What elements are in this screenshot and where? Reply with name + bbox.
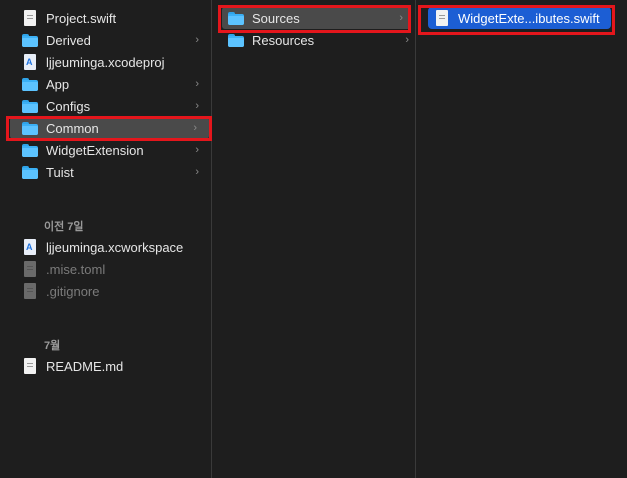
swift-file-icon (22, 10, 38, 26)
folder-icon (22, 142, 38, 158)
finder-column-root[interactable]: Project.swift Derived › A ljjeuminga.xco… (0, 0, 211, 478)
folder-icon (22, 164, 38, 180)
item-label: README.md (46, 358, 124, 374)
xcodeproj-icon: A (22, 54, 38, 70)
list-item-readme[interactable]: README.md (22, 355, 211, 377)
list-item-app[interactable]: App › (22, 73, 211, 95)
item-label: Common (46, 120, 99, 136)
folder-icon (22, 76, 38, 92)
item-label: .mise.toml (46, 261, 106, 277)
list-item-derived[interactable]: Derived › (22, 29, 211, 51)
list-item-configs[interactable]: Configs › (22, 95, 211, 117)
chevron-right-icon: › (195, 78, 199, 90)
item-label: ljjeuminga.xcworkspace (46, 239, 184, 255)
list-item-common[interactable]: Common › (10, 117, 209, 139)
markdown-file-icon (22, 358, 38, 374)
list-item-sources[interactable]: Sources › (222, 7, 411, 29)
swift-file-icon (434, 10, 450, 26)
item-label: Resources (252, 32, 315, 48)
folder-icon (22, 32, 38, 48)
item-label: WidgetExtension (46, 142, 144, 158)
chevron-right-icon: › (195, 34, 199, 46)
list-item-mise-toml[interactable]: .mise.toml (22, 258, 211, 280)
finder-column-common[interactable]: Sources › Resources › (212, 0, 415, 478)
folder-icon (228, 10, 244, 26)
item-label: .gitignore (46, 283, 100, 299)
list-item-resources[interactable]: Resources › (228, 29, 411, 51)
list-item-widget-attributes-swift[interactable]: WidgetExte...ibutes.swift (428, 7, 611, 29)
item-label: ljjeuminga.xcodeproj (46, 54, 165, 70)
item-label: Tuist (46, 164, 74, 180)
section-header-july: 7월 (44, 340, 61, 352)
chevron-right-icon: › (195, 100, 199, 112)
chevron-right-icon: › (399, 12, 403, 24)
hidden-file-icon (22, 283, 38, 299)
chevron-right-icon: › (405, 34, 409, 46)
folder-icon (228, 32, 244, 48)
list-item-gitignore[interactable]: .gitignore (22, 280, 211, 302)
item-label: Project.swift (46, 10, 117, 26)
finder-column-sources[interactable]: WidgetExte...ibutes.swift (416, 0, 627, 478)
list-item-xcodeproj[interactable]: A ljjeuminga.xcodeproj (22, 51, 211, 73)
section-header-previous-7-days: 이전 7일 (44, 221, 84, 233)
item-label: Derived (46, 32, 91, 48)
chevron-right-icon: › (195, 166, 199, 178)
list-item-tuist[interactable]: Tuist › (22, 161, 211, 183)
chevron-right-icon: › (193, 122, 197, 134)
item-label: Configs (46, 98, 91, 114)
folder-icon (22, 120, 38, 136)
chevron-right-icon: › (195, 144, 199, 156)
folder-icon (22, 98, 38, 114)
item-label: WidgetExte...ibutes.swift (458, 10, 600, 26)
list-item-xcworkspace[interactable]: A ljjeuminga.xcworkspace (22, 236, 211, 258)
xcworkspace-icon: A (22, 239, 38, 255)
list-item-project-swift[interactable]: Project.swift (22, 7, 211, 29)
item-label: Sources (252, 10, 300, 26)
item-label: App (46, 76, 70, 92)
hidden-file-icon (22, 261, 38, 277)
list-item-widgetextension[interactable]: WidgetExtension › (22, 139, 211, 161)
